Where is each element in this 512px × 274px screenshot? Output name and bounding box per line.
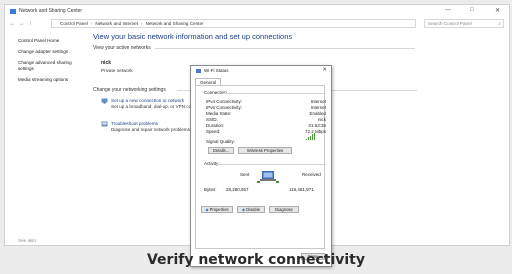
- divider: [216, 164, 326, 165]
- properties-button-label: Properties: [209, 207, 229, 212]
- divider: [222, 93, 326, 94]
- search-input[interactable]: Search Control Panel ⌕: [424, 19, 504, 28]
- row-value: Internet: [310, 105, 326, 110]
- window-title: Network and Sharing Center: [19, 8, 83, 14]
- breadcrumb-network-internet[interactable]: Network and Internet: [95, 21, 138, 26]
- up-button[interactable]: ↑: [26, 21, 35, 27]
- sidebar-item-advanced-sharing[interactable]: Change advanced sharing settings: [18, 60, 82, 72]
- sidebar-item-media-streaming[interactable]: Media streaming options: [18, 77, 82, 83]
- new-connection-icon: [101, 98, 108, 104]
- back-button[interactable]: ←: [8, 21, 17, 27]
- change-settings-label: Change your networking settings: [93, 87, 166, 93]
- wifi-status-dialog: Wi-Fi Status ✕ General Connection IPv4 C…: [190, 65, 332, 267]
- shield-icon: ◆: [241, 207, 246, 212]
- row-ipv6: IPv6 Connectivity: Internet: [206, 105, 326, 110]
- divider: [155, 48, 415, 49]
- network-icon: [10, 8, 16, 14]
- row-label: IPv6 Connectivity:: [206, 105, 243, 110]
- row-label: Duration:: [206, 123, 225, 128]
- bytes-received-value: 116,461,971: [289, 187, 314, 192]
- details-button[interactable]: Details...: [208, 147, 234, 154]
- received-label: Received: [302, 172, 321, 177]
- dialog-close-icon[interactable]: ✕: [322, 67, 327, 73]
- sent-label: Sent: [240, 172, 250, 177]
- see-also-label: See also: [18, 238, 36, 243]
- caption-text: Verify network connectivity: [146, 252, 366, 268]
- properties-button[interactable]: ◆ Properties: [201, 206, 233, 213]
- forward-button[interactable]: →: [17, 21, 26, 27]
- row-ipv4: IPv4 Connectivity: Internet: [206, 99, 326, 104]
- row-value: Enabled: [309, 111, 326, 116]
- breadcrumb-control-panel[interactable]: Control Panel: [60, 21, 88, 26]
- main-content: View your basic network information and …: [93, 32, 292, 41]
- troubleshoot-icon: [101, 121, 108, 127]
- minimize-button[interactable]: —: [445, 7, 451, 13]
- network-name: nick: [101, 60, 112, 66]
- breadcrumb-separator: ›: [141, 21, 143, 26]
- diagnose-button[interactable]: Diagnose: [269, 206, 299, 213]
- breadcrumb-sharing-center[interactable]: Network and Sharing Center: [146, 21, 204, 26]
- row-value: nick: [317, 117, 326, 122]
- signal-bars-icon: [306, 133, 316, 140]
- dialog-title: Wi-Fi Status: [204, 68, 229, 73]
- network-sharing-center-window: Network and Sharing Center — □ ✕ ← → ↑ C…: [4, 4, 510, 267]
- wifi-icon: [196, 68, 201, 73]
- address-bar[interactable]: Control Panel › Network and Internet › N…: [51, 19, 416, 28]
- breadcrumb-separator: ›: [90, 21, 93, 26]
- row-label: Media State:: [206, 111, 232, 116]
- wireless-properties-button[interactable]: Wireless Properties: [238, 147, 292, 154]
- search-icon: ⌕: [498, 20, 501, 27]
- close-button[interactable]: ✕: [495, 7, 500, 14]
- address-row: ← → ↑ Control Panel › Network and Intern…: [5, 19, 509, 29]
- shield-icon: ◆: [205, 207, 209, 212]
- title-bar: Network and Sharing Center — □ ✕: [5, 5, 509, 17]
- bytes-label: Bytes:: [204, 187, 217, 192]
- signal-quality-label: Signal Quality:: [206, 139, 236, 144]
- bytes-sent-value: 28,280,657: [226, 187, 249, 192]
- active-networks-label: View your active networks: [93, 45, 151, 51]
- general-panel: Connection IPv4 Connectivity: Internet I…: [195, 85, 326, 249]
- row-ssid: SSID: nick: [206, 117, 326, 122]
- row-label: Speed:: [206, 129, 221, 134]
- sidebar-item-adapter[interactable]: Change adapter settings: [18, 49, 82, 55]
- disable-button[interactable]: ◆ Disable: [237, 206, 265, 213]
- page-title: View your basic network information and …: [93, 32, 293, 41]
- sidebar-item-home[interactable]: Control Panel Home: [18, 38, 82, 44]
- search-placeholder: Search Control Panel: [428, 21, 472, 26]
- dialog-title-bar: Wi-Fi Status: [191, 66, 331, 75]
- network-activity-icon: [257, 171, 279, 183]
- row-label: IPv4 Connectivity:: [206, 99, 243, 104]
- network-type: Private network: [101, 68, 133, 73]
- row-media-state: Media State: Enabled: [206, 111, 326, 116]
- row-duration: Duration: 01:53:36: [206, 123, 326, 128]
- row-value: 01:53:36: [308, 123, 326, 128]
- row-label: SSID:: [206, 117, 218, 122]
- maximize-button[interactable]: □: [470, 7, 474, 13]
- disable-button-label: Disable: [246, 207, 261, 212]
- sidebar: Control Panel Home Change adapter settin…: [18, 38, 82, 243]
- row-value: Internet: [310, 99, 326, 104]
